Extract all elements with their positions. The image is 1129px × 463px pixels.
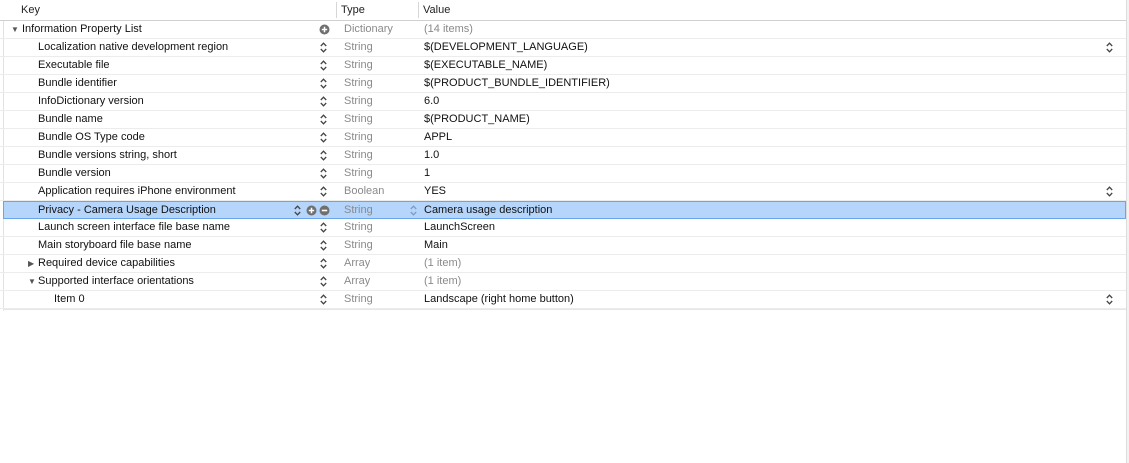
table-row[interactable]: Bundle OS Type code String APPL — [0, 129, 1126, 147]
type-label[interactable]: String — [344, 219, 373, 236]
up-down-chevron-icon[interactable] — [1106, 294, 1113, 305]
table-row-selected[interactable]: Privacy - Camera Usage Description String… — [3, 201, 1126, 219]
type-label[interactable]: String — [344, 57, 373, 74]
table-row[interactable]: Executable file String $(EXECUTABLE_NAME) — [0, 57, 1126, 75]
type-column-header[interactable]: Type — [341, 0, 365, 20]
type-label[interactable]: String — [344, 291, 373, 308]
up-down-chevron-icon[interactable] — [320, 96, 327, 107]
table-row[interactable]: Bundle version String 1 — [0, 165, 1126, 183]
up-down-chevron-icon[interactable] — [320, 294, 327, 305]
value-label[interactable]: $(DEVELOPMENT_LANGUAGE) — [424, 39, 588, 56]
value-label[interactable]: (1 item) — [424, 255, 461, 272]
key-label[interactable]: Launch screen interface file base name — [38, 219, 230, 236]
key-label[interactable]: Bundle identifier — [38, 75, 117, 92]
value-label[interactable]: APPL — [424, 129, 452, 146]
up-down-chevron-icon[interactable] — [320, 42, 327, 53]
up-down-chevron-icon[interactable] — [320, 222, 327, 233]
table-row[interactable]: Bundle name String $(PRODUCT_NAME) — [0, 111, 1126, 129]
value-label[interactable]: 1 — [424, 165, 430, 182]
value-label[interactable]: Main — [424, 237, 448, 254]
column-header: Key Type Value — [0, 0, 1129, 21]
type-label[interactable]: String — [344, 75, 373, 92]
type-label[interactable]: String — [344, 111, 373, 128]
up-down-chevron-icon[interactable] — [320, 60, 327, 71]
key-label[interactable]: Required device capabilities — [38, 255, 175, 272]
key-label[interactable]: Bundle name — [38, 111, 103, 128]
type-label[interactable]: String — [344, 237, 373, 254]
key-label[interactable]: Bundle OS Type code — [38, 129, 145, 146]
value-label[interactable]: (14 items) — [424, 21, 473, 38]
table-row[interactable]: Main storyboard file base name String Main — [0, 237, 1126, 255]
key-label[interactable]: Application requires iPhone environment — [38, 183, 236, 200]
type-label[interactable]: String — [344, 165, 373, 182]
value-label[interactable]: $(EXECUTABLE_NAME) — [424, 57, 547, 74]
up-down-chevron-icon[interactable] — [320, 276, 327, 287]
key-column-header[interactable]: Key — [21, 0, 40, 20]
table-row[interactable]: Item 0 String Landscape (right home button… — [0, 291, 1126, 309]
table-row[interactable]: Bundle identifier String $(PRODUCT_BUNDLE_… — [0, 75, 1126, 93]
value-label[interactable]: 1.0 — [424, 147, 439, 164]
plus-circle-icon[interactable] — [306, 205, 317, 216]
table-row[interactable]: Localization native development region St… — [0, 39, 1126, 57]
up-down-chevron-icon[interactable] — [320, 132, 327, 143]
type-label[interactable]: Array — [344, 273, 370, 290]
value-label[interactable]: $(PRODUCT_BUNDLE_IDENTIFIER) — [424, 75, 610, 92]
value-label[interactable]: $(PRODUCT_NAME) — [424, 111, 530, 128]
table-row[interactable]: ▶ Required device capabilities Array (1 ite… — [0, 255, 1126, 273]
table-row[interactable]: Launch screen interface file base name St… — [0, 219, 1126, 237]
up-down-chevron-icon[interactable] — [410, 205, 417, 216]
up-down-chevron-icon[interactable] — [320, 150, 327, 161]
key-label[interactable]: InfoDictionary version — [38, 93, 144, 110]
value-label[interactable]: Camera usage description — [424, 202, 552, 219]
type-label[interactable]: String — [344, 93, 373, 110]
type-label[interactable]: Dictionary — [344, 21, 393, 38]
key-label[interactable]: Executable file — [38, 57, 110, 74]
column-divider[interactable] — [336, 2, 337, 18]
value-label[interactable]: Landscape (right home button) — [424, 291, 574, 308]
key-label[interactable]: Bundle version — [38, 165, 111, 182]
up-down-chevron-icon[interactable] — [294, 205, 301, 216]
minus-circle-icon[interactable] — [319, 205, 330, 216]
value-label[interactable]: 6.0 — [424, 93, 439, 110]
type-label[interactable]: String — [344, 129, 373, 146]
plist-editor: Key Type Value ▼ Information Property Lis… — [0, 0, 1129, 463]
column-divider[interactable] — [418, 2, 419, 18]
value-label[interactable]: YES — [424, 183, 446, 200]
table-row[interactable]: InfoDictionary version String 6.0 — [0, 93, 1126, 111]
up-down-chevron-icon[interactable] — [1106, 42, 1113, 53]
plus-circle-icon[interactable] — [319, 24, 330, 35]
triangle-down-icon[interactable]: ▼ — [28, 273, 36, 290]
value-label[interactable]: LaunchScreen — [424, 219, 495, 236]
key-label[interactable]: Item 0 — [54, 291, 85, 308]
triangle-right-icon[interactable]: ▶ — [28, 255, 34, 272]
key-label[interactable]: Information Property List — [22, 21, 142, 38]
key-label[interactable]: Privacy - Camera Usage Description — [38, 202, 216, 219]
type-label[interactable]: Boolean — [344, 183, 384, 200]
key-label[interactable]: Localization native development region — [38, 39, 228, 56]
up-down-chevron-icon[interactable] — [1106, 186, 1113, 197]
up-down-chevron-icon[interactable] — [320, 168, 327, 179]
triangle-down-icon[interactable]: ▼ — [11, 21, 19, 38]
value-label[interactable]: (1 item) — [424, 273, 461, 290]
key-label[interactable]: Main storyboard file base name — [38, 237, 191, 254]
type-label[interactable]: String — [344, 147, 373, 164]
up-down-chevron-icon[interactable] — [320, 258, 327, 269]
table-row[interactable]: Application requires iPhone environment B… — [0, 183, 1126, 201]
value-column-header[interactable]: Value — [423, 0, 450, 20]
up-down-chevron-icon[interactable] — [320, 114, 327, 125]
table-row[interactable]: Bundle versions string, short String 1.0 — [0, 147, 1126, 165]
table-row[interactable]: ▼ Supported interface orientations Array (1… — [0, 273, 1126, 291]
key-label[interactable]: Supported interface orientations — [38, 273, 194, 290]
up-down-chevron-icon[interactable] — [320, 240, 327, 251]
property-list-outline: ▼ Information Property List Dictionary (14 … — [0, 21, 1126, 309]
type-label[interactable]: Array — [344, 255, 370, 272]
key-label[interactable]: Bundle versions string, short — [38, 147, 177, 164]
up-down-chevron-icon[interactable] — [320, 78, 327, 89]
up-down-chevron-icon[interactable] — [320, 186, 327, 197]
table-row[interactable]: ▼ Information Property List Dictionary (14 … — [0, 21, 1126, 39]
type-label[interactable]: String — [344, 39, 373, 56]
outline-bottom-border — [3, 309, 1126, 310]
type-label[interactable]: String — [344, 202, 373, 219]
